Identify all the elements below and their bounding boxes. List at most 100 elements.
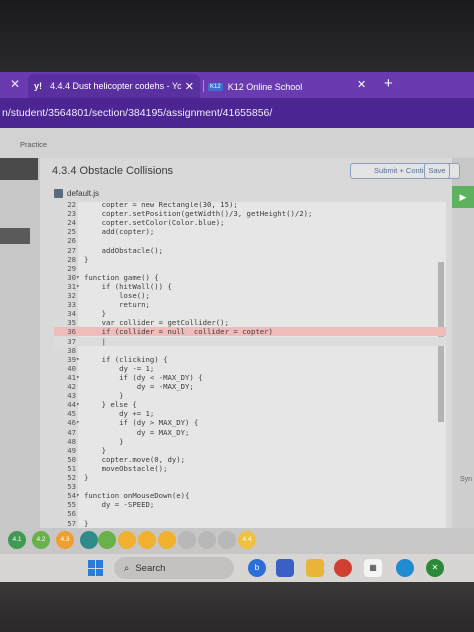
line-number: 33 [67, 300, 76, 310]
code-line[interactable]: 25 add(copter); [54, 227, 446, 236]
store-icon[interactable]: ▦ [364, 559, 382, 577]
fold-arrow-icon[interactable]: ▾ [76, 355, 80, 364]
lesson-circle[interactable] [98, 531, 116, 549]
save-button[interactable]: Save [424, 163, 450, 179]
code-line[interactable]: 27 addObstacle(); [54, 246, 446, 255]
code-line[interactable]: 35 var collider = getCollider(); [54, 318, 446, 327]
news-icon[interactable] [276, 559, 294, 577]
code-line[interactable]: 47 dy = MAX_DY; [54, 428, 446, 437]
address-bar[interactable]: n/student/3564801/section/384195/assignm… [0, 98, 474, 128]
practice-link[interactable]: Practice [20, 140, 47, 149]
code-line[interactable]: 57} [54, 519, 446, 528]
code-text: } [84, 518, 89, 528]
run-button[interactable]: ▶ [452, 186, 474, 208]
code-line[interactable]: 41 ▾ if (dy < -MAX_DY) { [54, 373, 446, 382]
code-text: function onMouseDown(e){ [84, 491, 190, 501]
taskbar-search[interactable]: ⌕ Search [114, 557, 234, 579]
tab-k12[interactable]: K12 K12 Online School [208, 80, 358, 94]
code-line[interactable]: 49 } [54, 446, 446, 455]
code-line[interactable]: 54 ▾ function onMouseDown(e){ [54, 491, 446, 500]
xbox-icon[interactable]: ✕ [426, 559, 444, 577]
code-line[interactable]: 22 copter = new Rectangle(30, 15); [54, 202, 446, 209]
lesson-circle[interactable]: 4.1 [8, 531, 26, 549]
code-text: } [84, 473, 89, 482]
code-line[interactable]: 29 [54, 264, 446, 273]
lesson-circle[interactable] [158, 531, 176, 549]
yahoo-favicon-icon: y! [34, 81, 43, 91]
code-line[interactable]: 45 dy += 1; [54, 409, 446, 418]
code-line[interactable]: 46 ▾ if (dy > MAX_DY) { [54, 418, 446, 427]
code-text: addObstacle(); [84, 245, 164, 255]
code-line[interactable]: 38 [54, 346, 446, 355]
line-number: 23 [67, 209, 76, 219]
code-line[interactable]: 37 | [54, 336, 446, 346]
lesson-circle[interactable] [198, 531, 216, 549]
code-line[interactable]: 40 dy -= 1; [54, 364, 446, 373]
code-editor[interactable]: 22 copter = new Rectangle(30, 15); 23 cop… [54, 202, 446, 528]
code-line[interactable]: 39 ▾ if (clicking) { [54, 355, 446, 364]
lesson-circle[interactable] [138, 531, 156, 549]
lesson-progress-bar: 4.1 4.2 4.3 4.4 [0, 528, 474, 554]
fold-arrow-icon[interactable]: ▾ [76, 282, 80, 291]
code-line[interactable]: 34 } [54, 309, 446, 318]
fold-arrow-icon[interactable]: ▾ [76, 418, 80, 427]
lesson-circle[interactable] [118, 531, 136, 549]
code-line[interactable]: 51 moveObstacle(); [54, 464, 446, 473]
code-line[interactable]: 32 lose(); [54, 291, 446, 300]
lesson-circle[interactable] [178, 531, 196, 549]
windows-taskbar: ⌕ Search b ▦ ✕ [0, 554, 474, 582]
code-line[interactable]: 36 if (collider = null collider = copter… [54, 327, 446, 337]
code-line[interactable]: 52} [54, 473, 446, 482]
code-line[interactable]: 30 ▾ function game() { [54, 273, 446, 282]
chrome-icon[interactable] [334, 559, 352, 577]
line-number: 36 [67, 327, 76, 337]
code-line[interactable]: 56 [54, 509, 446, 518]
copilot-icon[interactable]: b [248, 559, 266, 577]
fold-arrow-icon[interactable]: ▾ [76, 491, 80, 500]
file-tab[interactable]: default.js [54, 186, 99, 200]
code-line[interactable]: 43 } [54, 391, 446, 400]
fold-arrow-icon[interactable]: ▾ [76, 273, 80, 282]
code-line[interactable]: 50 copter.move(0, dy); [54, 455, 446, 464]
tab-close-icon[interactable]: ✕ [357, 78, 366, 91]
k12-favicon-icon: K12 [208, 83, 223, 91]
code-line[interactable]: 48 } [54, 437, 446, 446]
lesson-circle[interactable] [218, 531, 236, 549]
code-text: if (dy > MAX_DY) { [84, 418, 199, 428]
edge-icon[interactable] [396, 559, 414, 577]
code-line[interactable]: 26 [54, 236, 446, 245]
tab-title: 4.4.4 Dust helicopter codehs - Yo [50, 81, 181, 91]
new-tab-button[interactable]: + [384, 75, 393, 92]
file-explorer-icon[interactable] [306, 559, 324, 577]
lesson-circle[interactable]: 4.3 [56, 531, 74, 549]
line-number: 57 [67, 518, 76, 528]
code-line[interactable]: 23 copter.setPosition(getWidth()/3, getH… [54, 209, 446, 218]
close-icon[interactable]: ✕ [10, 78, 22, 90]
code-line[interactable]: 55 dy = -SPEED; [54, 500, 446, 509]
line-number: 41 [67, 372, 76, 382]
windows-start-icon[interactable] [88, 560, 104, 576]
code-line[interactable]: 28} [54, 255, 446, 264]
code-line[interactable]: 24 copter.setColor(Color.blue); [54, 218, 446, 227]
fold-arrow-icon[interactable]: ▾ [76, 373, 80, 382]
line-number: 32 [67, 291, 76, 300]
lesson-circle[interactable]: 4.4 [238, 531, 256, 549]
lesson-circle[interactable]: 4.2 [32, 531, 50, 549]
line-number: 48 [67, 436, 76, 446]
code-line[interactable]: 33 return; [54, 300, 446, 309]
code-text: moveObstacle(); [84, 463, 168, 473]
syntax-label: Syn [460, 476, 473, 483]
code-line[interactable]: 31 ▾ if (hitWall()) { [54, 282, 446, 291]
line-number: 46 [67, 418, 76, 428]
code-line[interactable]: 53 [54, 482, 446, 491]
tab-codehs[interactable]: y! 4.4.4 Dust helicopter codehs - Yo ✕ [28, 74, 200, 98]
tab-close-icon[interactable]: ✕ [185, 80, 194, 93]
code-line[interactable]: 44 ▾ } else { [54, 400, 446, 409]
line-number: 38 [67, 345, 76, 355]
code-line[interactable]: 42 dy = -MAX_DY; [54, 382, 446, 391]
search-label: Search [135, 562, 166, 574]
line-number: 29 [67, 263, 76, 273]
code-text: return; [84, 300, 150, 310]
lesson-circle[interactable] [80, 531, 98, 549]
fold-arrow-icon[interactable]: ▾ [76, 400, 80, 409]
